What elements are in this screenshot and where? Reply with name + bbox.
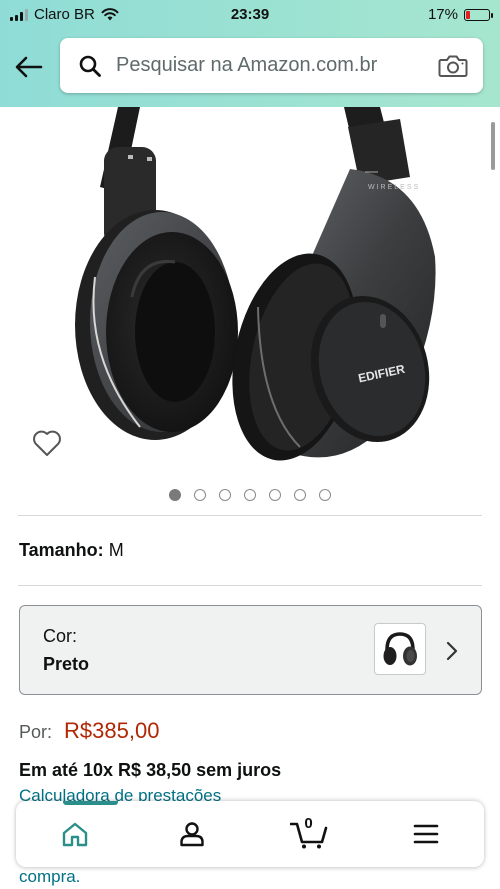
- header: Claro BR 23:39 17%: [0, 0, 500, 107]
- nav-home[interactable]: [45, 809, 105, 859]
- installments-text: Em até 10x R$ 38,50 sem juros: [19, 760, 282, 780]
- search-icon: [70, 46, 110, 86]
- search-input[interactable]: [110, 54, 433, 77]
- svg-text:WIRELESS: WIRELESS: [368, 184, 420, 191]
- pager-dot[interactable]: [294, 489, 306, 501]
- status-right: 17%: [427, 6, 493, 23]
- partial-link[interactable]: compra.: [19, 867, 80, 887]
- image-pager: [0, 489, 500, 501]
- price-value: R$385,00: [64, 718, 160, 743]
- pager-dot[interactable]: [244, 489, 256, 501]
- active-tab-indicator: [63, 801, 118, 805]
- battery-icon: [464, 8, 493, 21]
- headphones-image: WIRELESS EDIFIER: [75, 107, 436, 461]
- chevron-right-icon: [440, 636, 464, 666]
- size-row: Tamanho: M: [19, 540, 124, 561]
- home-icon: [62, 822, 87, 847]
- pager-dot[interactable]: [169, 489, 181, 501]
- size-value: M: [108, 540, 124, 560]
- back-button[interactable]: [12, 50, 46, 84]
- status-time: 23:39: [230, 6, 270, 23]
- color-value: Preto: [43, 654, 90, 674]
- divider: [18, 585, 482, 586]
- camera-icon[interactable]: [433, 46, 473, 86]
- menu-icon: [413, 824, 438, 844]
- scrollbar[interactable]: [491, 122, 495, 170]
- search-bar[interactable]: [60, 38, 483, 93]
- product-image[interactable]: WIRELESS EDIFIER: [0, 107, 500, 477]
- cart-count: 0: [304, 815, 313, 832]
- pager-dot[interactable]: [194, 489, 206, 501]
- nav-cart[interactable]: 0: [279, 809, 339, 859]
- account-icon: [179, 822, 204, 847]
- bottom-nav: 0: [16, 801, 484, 867]
- status-bar: Claro BR 23:39 17%: [0, 0, 500, 30]
- color-thumbnail: [374, 623, 426, 675]
- nav-account[interactable]: [162, 809, 222, 859]
- color-label: Cor:: [43, 626, 78, 646]
- nav-menu[interactable]: [396, 809, 456, 859]
- battery-percent: 17%: [427, 6, 458, 23]
- wishlist-button[interactable]: [28, 424, 66, 462]
- back-arrow-icon: [15, 56, 43, 78]
- color-selector[interactable]: Cor: Preto: [19, 605, 482, 695]
- pager-dot[interactable]: [219, 489, 231, 501]
- price-label: Por:: [19, 722, 53, 742]
- pager-dot[interactable]: [319, 489, 331, 501]
- price-row: Por: R$385,00: [19, 718, 159, 744]
- battery-fill: [466, 10, 470, 19]
- divider: [18, 515, 482, 516]
- headphones-thumbnail-icon: [383, 632, 417, 666]
- size-label: Tamanho:: [19, 540, 104, 560]
- pager-dot[interactable]: [269, 489, 281, 501]
- heart-icon: [33, 430, 61, 456]
